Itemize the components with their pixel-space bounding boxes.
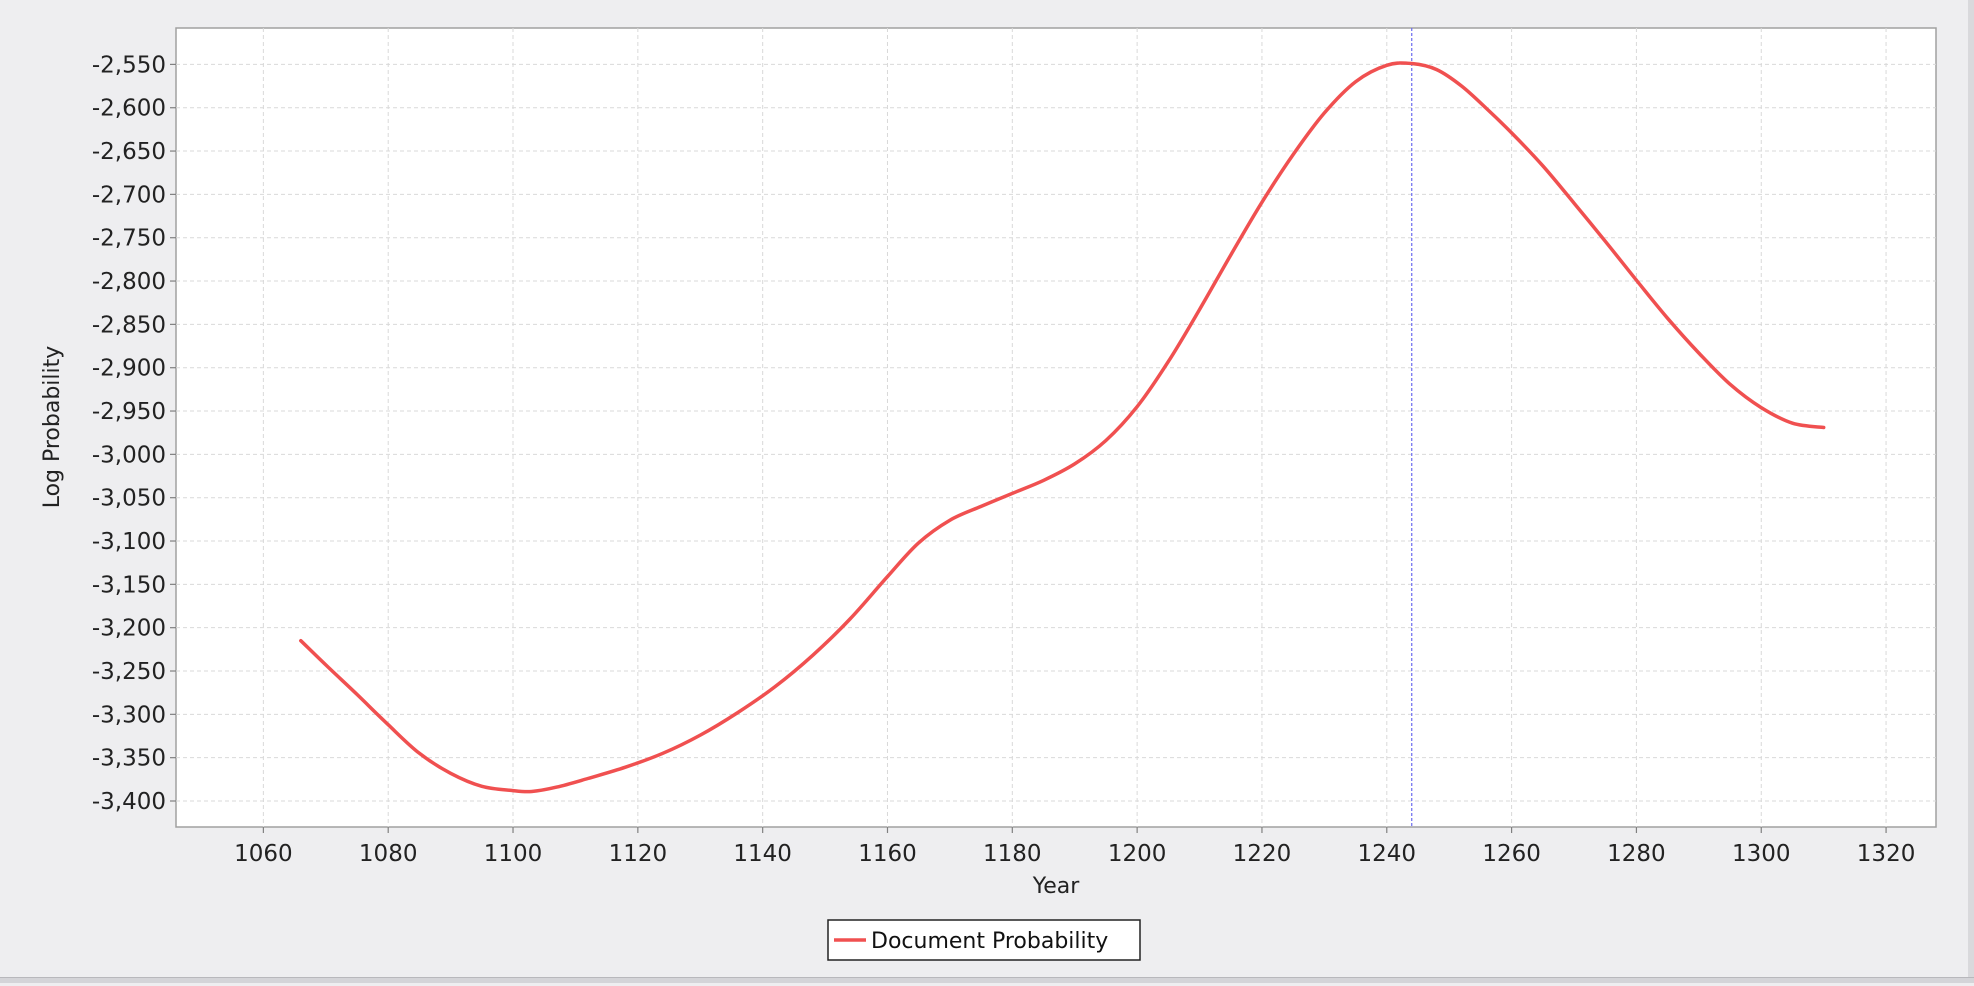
y-tick-label: -3,200	[92, 616, 166, 642]
x-tick-label: 1200	[1108, 841, 1167, 867]
x-tick-label: 1140	[733, 841, 792, 867]
y-tick-label: -2,900	[92, 356, 166, 382]
x-tick-label: 1120	[609, 841, 668, 867]
x-tick-label: 1160	[858, 841, 917, 867]
x-tick-label: 1260	[1482, 841, 1541, 867]
y-tick-label: -3,300	[92, 702, 166, 728]
y-tick-label: -2,750	[92, 226, 166, 252]
x-tick-label: 1060	[234, 841, 293, 867]
x-tick-label: 1320	[1857, 841, 1916, 867]
y-tick-label: -2,700	[92, 182, 166, 208]
legend-label: Document Probability	[871, 929, 1108, 954]
y-tick-label: -2,600	[92, 96, 166, 122]
window-right-edge	[1968, 0, 1974, 982]
x-tick-label: 1300	[1732, 841, 1791, 867]
y-tick-label: -3,050	[92, 486, 166, 512]
y-tick-label: -3,350	[92, 746, 166, 772]
y-axis-label: Log Probability	[40, 346, 65, 509]
x-tick-label: 1220	[1233, 841, 1292, 867]
y-axis: -2,550 -2,600 -2,650 -2,700 -2,750 -2,800 -2,8…	[92, 52, 176, 815]
y-tick-label: -2,950	[92, 399, 166, 425]
x-axis-label: Year	[1032, 874, 1081, 899]
y-tick-label: -3,100	[92, 529, 166, 555]
x-tick-label: 1180	[983, 841, 1042, 867]
y-tick-label: -3,400	[92, 789, 166, 815]
plot-area[interactable]	[175, 27, 1937, 828]
y-tick-label: -2,850	[92, 312, 166, 338]
y-tick-label: -3,000	[92, 442, 166, 468]
x-tick-label: 1240	[1358, 841, 1417, 867]
y-tick-label: -3,250	[92, 659, 166, 685]
line-chart[interactable]: -2,550 -2,600 -2,650 -2,700 -2,750 -2,800 -2,8…	[0, 0, 1974, 982]
legend: Document Probability	[827, 919, 1141, 961]
y-tick-label: -3,150	[92, 572, 166, 598]
y-tick-label: -2,650	[92, 139, 166, 165]
y-tick-label: -2,550	[92, 52, 166, 78]
x-tick-label: 1280	[1607, 841, 1666, 867]
x-tick-label: 1100	[484, 841, 543, 867]
y-tick-label: -2,800	[92, 269, 166, 295]
chart-panel: -2,550 -2,600 -2,650 -2,700 -2,750 -2,800 -2,8…	[0, 0, 1974, 983]
x-tick-label: 1080	[359, 841, 418, 867]
window-bottom-border	[0, 977, 1974, 983]
x-axis: 1060 1080 1100 1120 1140 1160 1180 1200 1220 1240…	[234, 827, 1915, 867]
